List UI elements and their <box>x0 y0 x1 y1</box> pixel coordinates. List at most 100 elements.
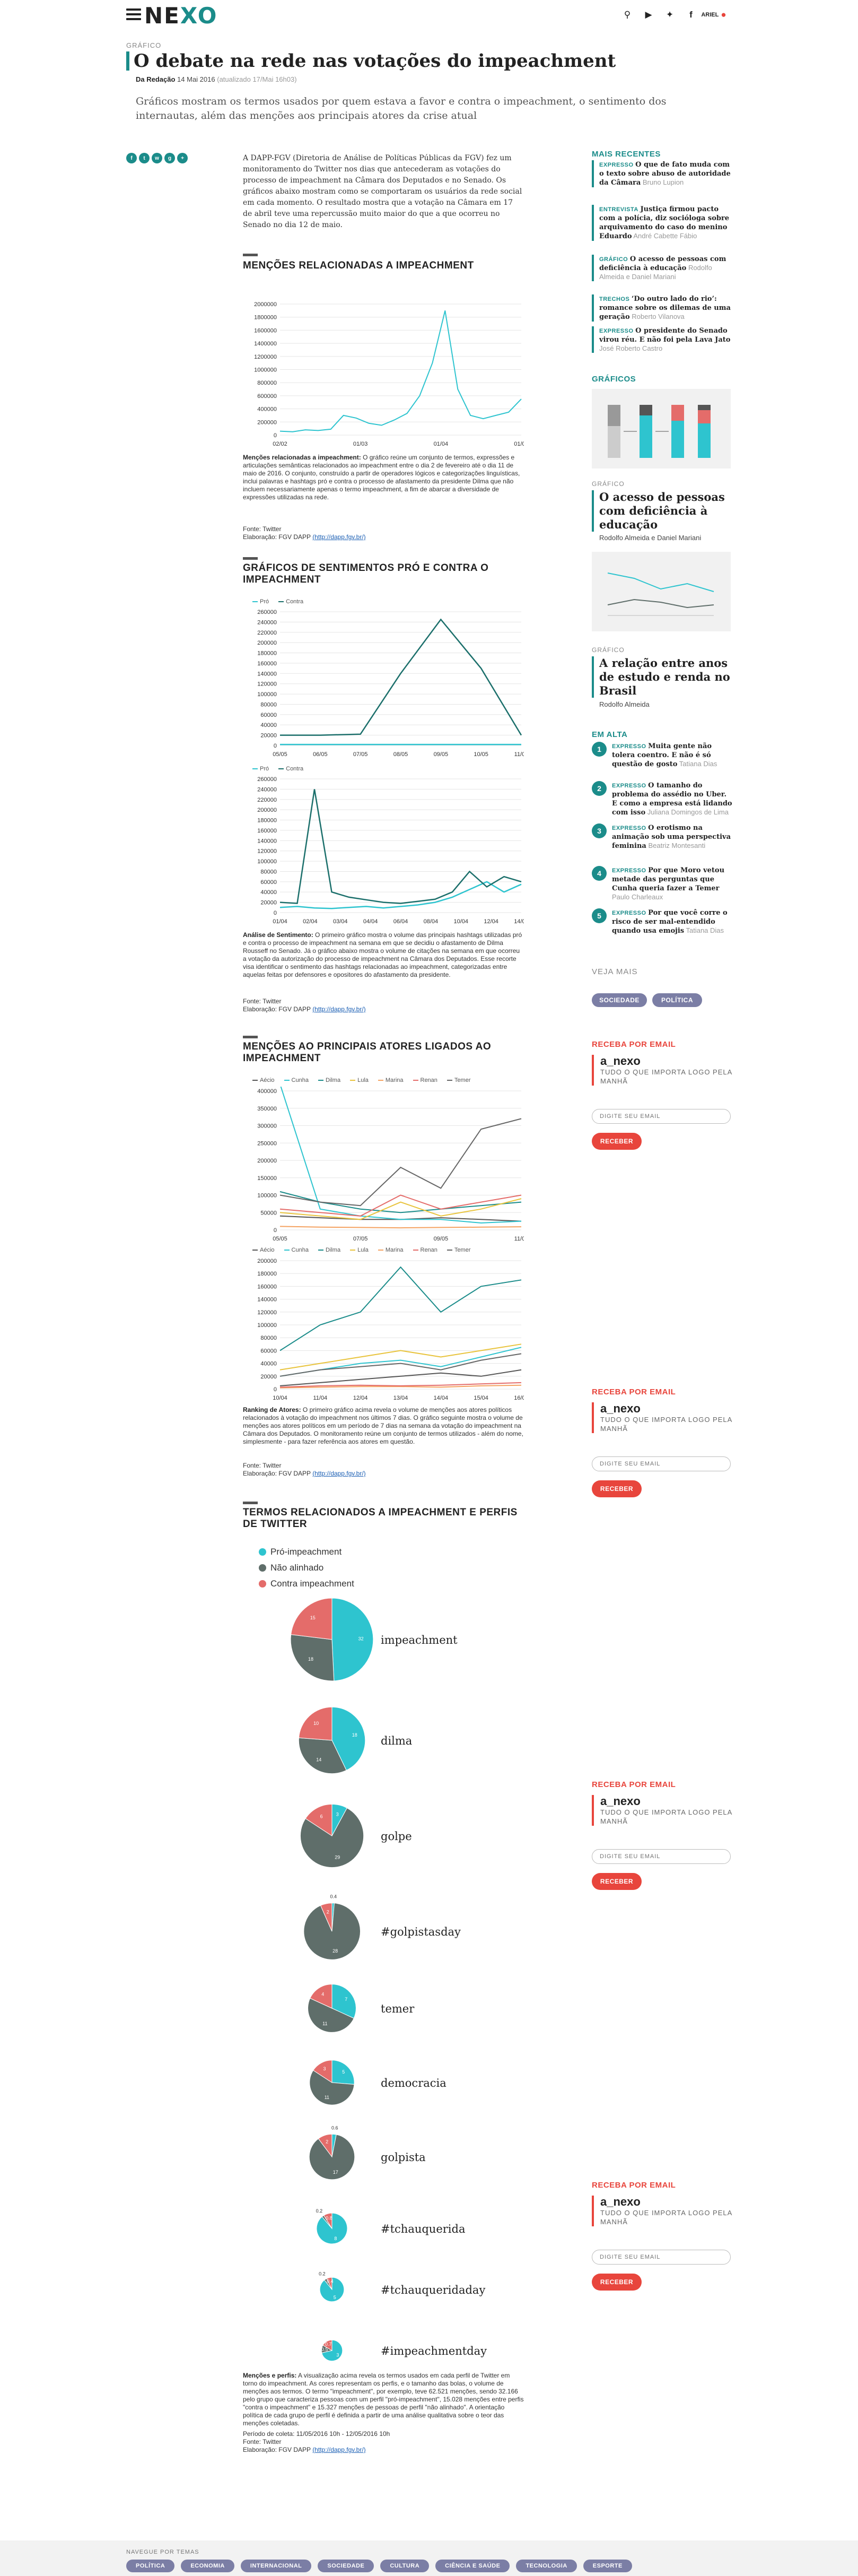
pie-value-label: 5 <box>334 2295 336 2300</box>
pie-charts-terms: 321815impeachment181410dilma3296golpe0.4… <box>290 1598 487 2362</box>
legend-entry: Dilma <box>318 1247 340 1253</box>
source-link[interactable]: (http://dapp.fgv.br/) <box>312 1470 366 1477</box>
x-tick-label: 12/04 <box>484 918 498 925</box>
y-tick-label: 180000 <box>257 818 277 824</box>
facebook-icon[interactable]: f <box>684 8 698 22</box>
series-line-Lula <box>279 1343 522 1371</box>
footer-topic[interactable]: SOCIEDADE <box>318 2560 374 2572</box>
y-tick-label: 100000 <box>257 691 277 698</box>
em-alta-item[interactable]: 1 EXPRESSO Muita gente não tolera coentro… <box>592 742 732 769</box>
x-tick-label: 06/05 <box>313 751 328 758</box>
tag-politica[interactable]: POLÍTICA <box>652 993 702 1007</box>
grafico-headline-2[interactable]: A relação entre anos de estudo e renda n… <box>592 656 731 698</box>
twitter-icon[interactable]: ✦ <box>663 8 677 22</box>
y-tick-label: 240000 <box>257 619 277 626</box>
byline-updated: (atualizado 17/Mai 16h03) <box>217 75 297 83</box>
facebook-share-icon[interactable]: f <box>126 153 137 163</box>
recent-item[interactable]: ENTREVISTA Justiça firmou pacto com a po… <box>592 205 732 241</box>
em-alta-item[interactable]: 3 EXPRESSO O erotismo na animação sob uma… <box>592 823 732 851</box>
email-input[interactable] <box>592 1456 731 1471</box>
y-tick-label: 0 <box>274 432 277 439</box>
source-link[interactable]: (http://dapp.fgv.br/) <box>312 1005 366 1013</box>
pie-term-label: #tchauquerida <box>381 2223 465 2235</box>
footer-topic[interactable]: CULTURA <box>380 2560 430 2572</box>
source-actors: Fonte: Twitter Elaboração: FGV DAPP (http… <box>243 1462 366 1477</box>
twitter-share-icon[interactable]: t <box>139 153 150 163</box>
note-terms: Menções e perfis: A visualização acima r… <box>243 2372 524 2427</box>
footer-topic[interactable]: ESPORTE <box>583 2560 632 2572</box>
x-tick-label: 11/05 <box>514 1236 524 1242</box>
google-share-icon[interactable]: g <box>164 153 175 163</box>
source-link[interactable]: (http://dapp.fgv.br/) <box>312 2446 366 2453</box>
pie-term-label: democracia <box>381 2077 446 2089</box>
legend-actors-1: Aécio Cunha Dilma Lula Marina Renan Temer <box>252 1077 470 1083</box>
youtube-icon[interactable]: ▶ <box>642 8 655 22</box>
more-share-icon[interactable]: + <box>177 153 188 163</box>
em-alta-item[interactable]: 2 EXPRESSO O tamanho do problema do asséd… <box>592 781 732 817</box>
x-tick-label: 07/05 <box>353 1236 368 1242</box>
x-tick-label: 15/04 <box>474 1395 488 1401</box>
logo[interactable]: NEXO <box>144 3 217 29</box>
legend-entry: Renan <box>413 1077 437 1083</box>
footer-topic[interactable]: INTERNACIONAL <box>240 2560 312 2572</box>
email-input[interactable] <box>592 1109 731 1124</box>
pie-term-label: #tchauqueridaday <box>381 2284 485 2296</box>
pie-value-label: 11 <box>322 2021 327 2026</box>
y-tick-label: 240000 <box>257 786 277 793</box>
x-tick-label: 02/02 <box>273 441 287 447</box>
y-tick-label: 160000 <box>257 828 277 834</box>
email-input[interactable] <box>592 1849 731 1864</box>
newsletter-sub: TUDO O QUE IMPORTA LOGO PELA MANHÃ <box>600 1416 732 1433</box>
grafico-thumbnail-1[interactable] <box>592 389 731 469</box>
recent-item[interactable]: EXPRESSO O que de fato muda com o texto … <box>592 160 732 187</box>
x-tick-label: 12/04 <box>353 1395 368 1401</box>
y-tick-label: 200000 <box>257 1158 277 1164</box>
y-tick-label: 50000 <box>260 1210 277 1216</box>
pie-value-label: 28 <box>332 1948 338 1954</box>
whatsapp-share-icon[interactable]: w <box>152 153 162 163</box>
menu-icon[interactable] <box>126 8 141 21</box>
pie-value-label: 0.2 <box>316 2208 323 2214</box>
recent-item[interactable]: GRÁFICO O acesso de pessoas com deficiên… <box>592 255 732 281</box>
y-tick-label: 350000 <box>257 1106 277 1112</box>
receber-button[interactable]: RECEBER <box>592 1133 642 1150</box>
recent-item[interactable]: EXPRESSO O presidente do Senado virou ré… <box>592 326 732 353</box>
source-terms: Período de coleta: 11/05/2016 10h - 12/0… <box>243 2430 390 2453</box>
grafico-author-2: Rodolfo Almeida <box>599 700 650 708</box>
x-tick-label: 10/04 <box>273 1395 287 1401</box>
y-tick-label: 20000 <box>260 1374 277 1380</box>
email-input[interactable] <box>592 2250 731 2265</box>
y-tick-label: 120000 <box>257 848 277 855</box>
pie-value-label: 18 <box>352 1732 357 1738</box>
y-tick-label: 1600000 <box>254 327 277 334</box>
grafico-label-2: GRÁFICO <box>592 646 625 654</box>
y-tick-label: 400000 <box>257 406 277 413</box>
legend-entry: Aécio <box>252 1077 275 1083</box>
footer-topic[interactable]: CIÊNCIA E SAÚDE <box>435 2560 510 2572</box>
source-link[interactable]: (http://dapp.fgv.br/) <box>312 533 366 541</box>
legend-sentiment-1: Pró Contra <box>252 599 303 605</box>
footer-topic[interactable]: POLÍTICA <box>126 2560 175 2572</box>
em-alta-item[interactable]: 4 EXPRESSO Por que Moro vetou metade das … <box>592 866 732 901</box>
legend-actors-2: Aécio Cunha Dilma Lula Marina Renan Temer <box>252 1247 470 1253</box>
search-icon[interactable]: ⚲ <box>620 8 634 22</box>
section-bar <box>243 254 258 256</box>
tag-sociedade[interactable]: SOCIEDADE <box>592 993 647 1007</box>
receber-button[interactable]: RECEBER <box>592 2274 642 2291</box>
receber-button[interactable]: RECEBER <box>592 1873 642 1890</box>
title-accent-bar <box>126 51 129 71</box>
x-tick-label: 09/05 <box>434 1236 449 1242</box>
recent-item[interactable]: TRECHOS ‘Do outro lado do rio’: romance … <box>592 294 732 322</box>
footer-topic[interactable]: TECNOLOGIA <box>516 2560 577 2572</box>
user-icon[interactable]: ARIEL ● <box>701 8 726 22</box>
em-alta-item[interactable]: 5 EXPRESSO Por que você corre o risco de … <box>592 908 732 935</box>
y-tick-label: 200000 <box>257 419 277 426</box>
grafico-headline-1[interactable]: O acesso de pessoas com deficiência à ed… <box>592 490 731 532</box>
receber-button[interactable]: RECEBER <box>592 1480 642 1497</box>
grafico-thumbnail-2[interactable] <box>592 552 731 631</box>
legend-entry: Cunha <box>284 1077 309 1083</box>
newsletter-title: RECEBA POR EMAIL <box>592 1387 676 1397</box>
note-mentions: Menções relacionadas a impeachment: O gr… <box>243 454 520 501</box>
footer-topic[interactable]: ECONOMIA <box>181 2560 234 2572</box>
user-name[interactable]: ARIEL <box>701 12 719 18</box>
